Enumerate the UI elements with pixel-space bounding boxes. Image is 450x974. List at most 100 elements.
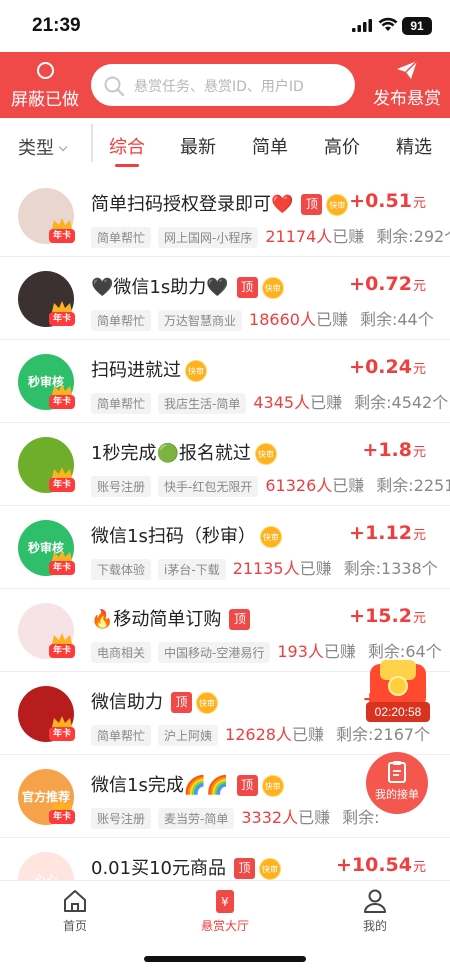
reward-hall-icon: ¥: [216, 890, 234, 913]
earned-suffix: 已赚: [291, 725, 324, 744]
task-meta: 账号注册快手-红包无限开 61326人已赚剩余:2251: [91, 472, 450, 497]
nav-home[interactable]: 首页: [35, 887, 115, 934]
reward-amount: +1.12: [349, 522, 412, 544]
pinned-badge: 顶: [236, 277, 258, 298]
earned-count: 21135人: [232, 559, 300, 578]
vip-badge-icon: 年卡: [46, 716, 76, 744]
red-envelope-timer[interactable]: 02:20:58: [364, 660, 432, 722]
earned-count: 18660人: [249, 310, 316, 329]
vip-label: 年卡: [49, 395, 75, 409]
countdown-timer: 02:20:58: [366, 702, 430, 722]
remaining-value: 1338个: [381, 559, 438, 578]
task-title: 🔥移动简单订购: [91, 609, 222, 630]
task-app-chip: 网上国网-小程序: [158, 227, 259, 248]
earned-count: 21174人: [265, 227, 333, 246]
type-filter-dropdown[interactable]: 类型: [18, 134, 68, 160]
wifi-icon: [378, 17, 398, 31]
vip-label: 年卡: [49, 810, 75, 824]
task-category-chip: 简单帮忙: [91, 227, 152, 248]
tab-high-price[interactable]: 高价: [324, 133, 360, 159]
task-row[interactable]: 年卡 1秒完成🟢报名就过 快审 +1.8元账号注册 快手-红包无限开 61326人已赚 剩余…: [0, 423, 450, 506]
tab-comprehensive[interactable]: 综合: [109, 133, 145, 159]
task-reward: +1.12元: [349, 522, 426, 544]
vip-badge-icon: 年卡: [46, 633, 76, 661]
task-reward: +0.24元: [349, 356, 426, 378]
task-row[interactable]: 年卡 简单扫码授权登录即可❤️ 顶快审 +0.51元 简单帮忙 网上国网-小程序 21174…: [0, 174, 450, 257]
nav-profile[interactable]: 我的: [335, 887, 415, 934]
nav-profile-label: 我的: [362, 919, 387, 933]
earned-count: 3332人: [241, 808, 299, 827]
nav-home-label: 首页: [62, 919, 87, 933]
task-app-chip: i茅台-下载: [158, 559, 226, 580]
task-title-line: 微信1s完成🌈🌈 顶快审: [91, 771, 284, 797]
clipboard-icon: [388, 761, 406, 783]
earned-suffix: 已赚: [323, 642, 356, 661]
search-input[interactable]: 悬赏任务、悬赏ID、用户ID: [91, 64, 355, 106]
earned-count: 12628人: [225, 725, 292, 744]
remaining-count: 剩余:1338个: [344, 559, 438, 578]
reward-amount: +1.8: [362, 439, 412, 461]
reward-amount: +0.51: [349, 190, 412, 212]
task-title-line: 0.01买10元商品顶快审: [91, 854, 281, 880]
home-indicator: [144, 956, 306, 962]
vip-badge-icon: 年卡: [46, 550, 76, 578]
task-meta: 下载体验 i茅台-下载 21135人已赚 剩余:1338个: [91, 555, 438, 580]
task-meta: 简单帮忙 沪上阿姨 12628人已赚 剩余:2167个: [91, 721, 430, 746]
fast-review-badge: 快审: [326, 194, 349, 216]
task-meta: 简单帮忙网上国网-小程序 21174人已赚剩余:292个: [91, 223, 450, 248]
remaining-prefix: 剩余:: [376, 476, 414, 495]
vip-badge-icon: 年卡: [46, 467, 76, 495]
fast-review-badge: 快审: [185, 360, 207, 382]
remaining-count: 剩余:292个: [376, 227, 450, 246]
fast-review-badge: 快审: [196, 692, 218, 714]
remaining-prefix: 剩余:: [367, 642, 406, 661]
vip-badge-icon: 年卡: [46, 384, 76, 412]
fast-review-badge: 快审: [254, 443, 277, 465]
nav-reward-hall[interactable]: ¥ 悬赏大厅: [185, 887, 265, 934]
task-title: 🖤微信1s助力🖤: [91, 277, 229, 298]
profile-icon: [364, 889, 386, 913]
vip-label: 年卡: [49, 312, 75, 326]
remaining-count: 剩余:4542个: [354, 393, 448, 412]
tab-featured[interactable]: 精选: [396, 133, 432, 159]
earned-count: 193人: [277, 642, 324, 661]
publish-reward-label: 发布悬赏: [373, 89, 441, 109]
task-category-chip: 下载体验: [91, 559, 152, 580]
vip-badge-icon: 年卡: [46, 218, 76, 246]
vip-label: 年卡: [49, 478, 75, 492]
remaining-value: 4542个: [391, 393, 449, 412]
task-reward: +0.51元: [349, 190, 426, 212]
earned-suffix: 已赚: [299, 559, 332, 578]
task-row[interactable]: 秒审核 年卡 扫码进就过 快审 +0.24元 简单帮忙 我店生活-简单 4345人已赚 剩余:4…: [0, 340, 450, 423]
blocked-done-toggle[interactable]: 屏蔽已做: [6, 60, 84, 110]
task-row[interactable]: 年卡 🖤微信1s助力🖤 顶快审 +0.72元 简单帮忙 万达智慧商业 18660人已赚 剩余:…: [0, 257, 450, 340]
tab-divider: [91, 124, 93, 162]
remaining-prefix: 剩余:: [354, 393, 392, 412]
pinned-badge: 顶: [229, 609, 251, 630]
remaining-count: 剩余:64个: [368, 642, 442, 661]
task-title-line: 微信1s扫码（秒审） 快审: [91, 522, 282, 548]
blocked-done-label: 屏蔽已做: [11, 90, 79, 110]
task-row[interactable]: 秒审核 年卡 微信1s扫码（秒审） 快审 +1.12元 下载体验 i茅台-下载 21135人已…: [0, 506, 450, 589]
tab-simple[interactable]: 简单: [252, 133, 288, 159]
task-category-chip: 电商相关: [91, 642, 152, 663]
task-title-line: 🖤微信1s助力🖤 顶快审: [91, 273, 284, 299]
task-app-chip: 麦当劳-简单: [158, 808, 235, 829]
task-category-chip: 简单帮忙: [91, 310, 152, 331]
remaining-prefix: 剩余:: [376, 227, 414, 246]
task-title-line: 🔥移动简单订购顶: [91, 605, 251, 631]
reward-unit: 元: [412, 279, 426, 294]
task-title: 1秒完成🟢报名就过: [91, 443, 251, 464]
remaining-prefix: 剩余:: [342, 808, 380, 827]
task-reward: +0.72元: [349, 273, 426, 295]
task-title: 0.01买10元商品: [91, 858, 226, 879]
send-icon: [397, 60, 418, 79]
task-app-chip: 我店生活-简单: [158, 393, 247, 414]
my-orders-button[interactable]: 我的接单: [366, 752, 428, 814]
reward-unit: 元: [412, 362, 426, 377]
reward-unit: 元: [412, 445, 426, 460]
tab-latest[interactable]: 最新: [180, 133, 216, 159]
publish-reward-button[interactable]: 发布悬赏: [368, 60, 446, 109]
task-title: 扫码进就过: [91, 360, 181, 381]
reward-unit: 元: [412, 528, 426, 543]
